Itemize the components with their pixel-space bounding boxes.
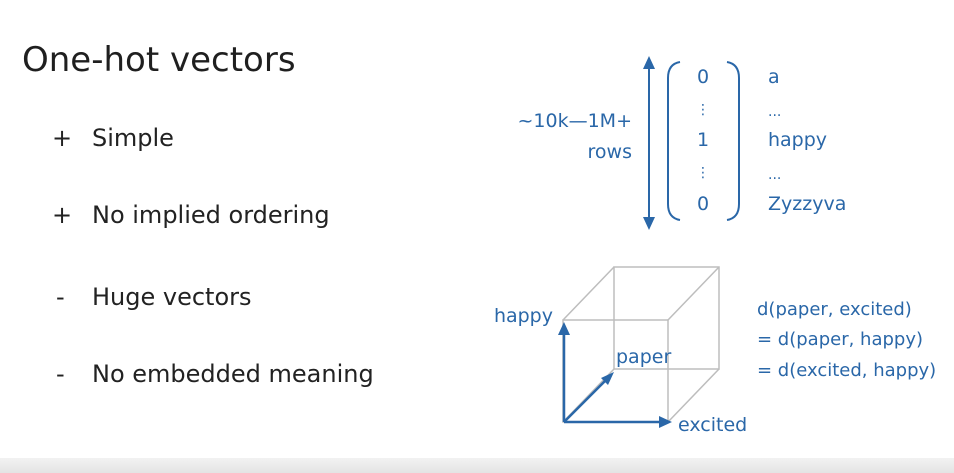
distance-line: = d(paper, happy) <box>757 329 923 350</box>
axis-label-paper: paper <box>616 346 671 368</box>
axis-label-happy: happy <box>494 305 553 327</box>
axis-arrows <box>558 322 672 428</box>
distance-line: d(paper, excited) <box>757 299 912 320</box>
axis-label-excited: excited <box>678 414 747 436</box>
slide: One-hot vectors + Simple + No implied orde… <box>0 0 954 473</box>
cube-diagram: happy paper excited d(paper, excited) = … <box>494 266 936 436</box>
bottom-bar <box>0 458 954 473</box>
distance-line: = d(excited, happy) <box>757 360 936 381</box>
